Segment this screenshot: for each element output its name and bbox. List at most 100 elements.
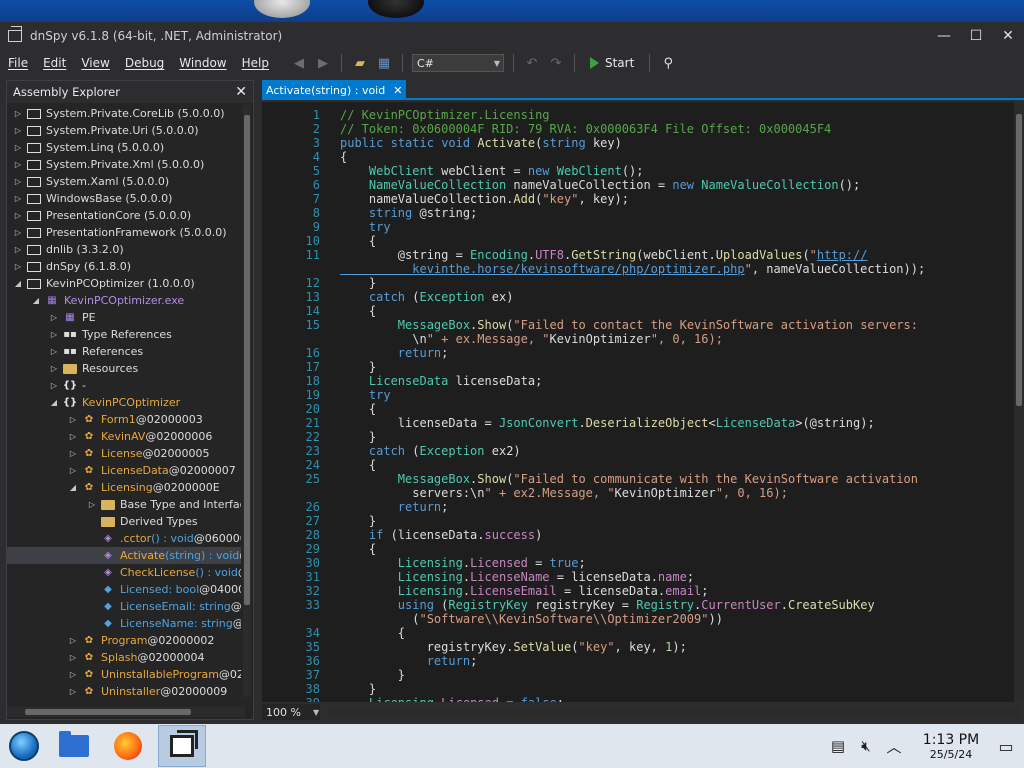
tree-item[interactable]: Derived Types: [7, 513, 241, 530]
tree-expander-icon[interactable]: ◢: [13, 279, 23, 288]
close-button[interactable]: ✕: [992, 28, 1024, 44]
tree-item[interactable]: ▷ System.Private.Xml (5.0.0.0): [7, 156, 241, 173]
taskbar-dnspy[interactable]: [158, 725, 206, 767]
menu-view[interactable]: View: [73, 56, 116, 70]
tree-expander-icon[interactable]: ▷: [68, 653, 78, 662]
tree-item[interactable]: ▷ PresentationCore (5.0.0.0): [7, 207, 241, 224]
tree-item[interactable]: ◈ Activate(string) : void @: [7, 547, 241, 564]
tree-item[interactable]: ▷ ✿ Program @02000002: [7, 632, 241, 649]
decompiled-code[interactable]: 1 // KevinPCOptimizer.Licensing 2 // Token:…: [262, 102, 1024, 702]
minimize-button[interactable]: —: [928, 28, 960, 44]
taskbar-explorer[interactable]: [50, 725, 98, 767]
tree-expander-icon[interactable]: ▷: [68, 670, 78, 679]
tree-expander-icon[interactable]: ◢: [49, 398, 59, 407]
tree-item[interactable]: ◢ ▦ KevinPCOptimizer.exe: [7, 292, 241, 309]
start-debug-button[interactable]: Start: [584, 56, 640, 70]
tree-expander-icon[interactable]: ▷: [13, 177, 23, 186]
tree-item[interactable]: ▷ ✿ License @02000005: [7, 445, 241, 462]
tree-expander-icon[interactable]: ▷: [68, 687, 78, 696]
tree-expander-icon[interactable]: ▷: [68, 466, 78, 475]
tree-item[interactable]: ▷ ✿ Uninstaller @02000009: [7, 683, 241, 697]
tree-item[interactable]: ▷ ▦ PE: [7, 309, 241, 326]
tree-horizontal-scrollbar[interactable]: [7, 707, 245, 717]
tree-expander-icon[interactable]: ▷: [49, 313, 59, 322]
editor-vertical-scrollbar[interactable]: [1014, 102, 1024, 702]
tree-expander-icon[interactable]: ▷: [87, 500, 97, 509]
tree-item[interactable]: ◢{} KevinPCOptimizer: [7, 394, 241, 411]
tree-expander-icon[interactable]: ▷: [68, 432, 78, 441]
tree-item[interactable]: ▷ Resources: [7, 360, 241, 377]
tree-item[interactable]: ◢ KevinPCOptimizer (1.0.0.0): [7, 275, 241, 292]
volume-muted-icon[interactable]: 🔇︎: [852, 737, 880, 755]
maximize-button[interactable]: ☐: [960, 28, 992, 44]
tab-activate-method[interactable]: Activate(string) : void ✕: [262, 80, 407, 100]
scrollbar-thumb[interactable]: [244, 115, 250, 605]
tree-item[interactable]: ▷ System.Linq (5.0.0.0): [7, 139, 241, 156]
tree-item[interactable]: ▷ ✿ KevinAV @02000006: [7, 428, 241, 445]
tree-expander-icon[interactable]: ▷: [49, 381, 59, 390]
tree-expander-icon[interactable]: ▷: [13, 126, 23, 135]
tree-expander-icon[interactable]: ◢: [68, 483, 78, 492]
tree-expander-icon[interactable]: ▷: [68, 636, 78, 645]
scrollbar-thumb[interactable]: [1016, 114, 1022, 406]
tree-expander-icon[interactable]: ▷: [13, 211, 23, 220]
tree-expander-icon[interactable]: ▷: [49, 347, 59, 356]
tree-item[interactable]: ◆ Licensed : bool @04000: [7, 581, 241, 598]
tree-expander-icon[interactable]: ▷: [13, 160, 23, 169]
tree-vertical-scrollbar[interactable]: [243, 105, 251, 697]
tree-expander-icon[interactable]: ▷: [13, 109, 23, 118]
tree-expander-icon[interactable]: ▷: [13, 194, 23, 203]
tree-expander-icon[interactable]: ▷: [13, 228, 23, 237]
tree-item[interactable]: ◢ ✿ Licensing @0200000E: [7, 479, 241, 496]
tree-expander-icon[interactable]: ▷: [49, 364, 59, 373]
tree-item[interactable]: ◆ LicenseName : string @0: [7, 615, 241, 632]
tree-item[interactable]: ◈ .cctor() : void @0600000: [7, 530, 241, 547]
menu-window[interactable]: Window: [171, 56, 233, 70]
open-file-icon[interactable]: ▰: [351, 54, 369, 72]
tree-item[interactable]: ▷ dnlib (3.3.2.0): [7, 241, 241, 258]
show-desktop-icon[interactable]: ▭: [994, 737, 1018, 756]
search-icon[interactable]: ⚲: [659, 54, 677, 72]
tree-item[interactable]: ▷ PresentationFramework (5.0.0.0): [7, 224, 241, 241]
navigate-back-icon[interactable]: ◀: [290, 54, 308, 72]
zoom-select[interactable]: 100 % ▼: [262, 704, 320, 720]
taskbar-firefox[interactable]: [104, 725, 152, 767]
tree-expander-icon[interactable]: ◢: [31, 296, 41, 305]
tree-item[interactable]: ▷ ✿ UninstallableProgram @0200: [7, 666, 241, 683]
editor-horizontal-scrollbar[interactable]: [326, 707, 1020, 717]
tree-item[interactable]: ◆ LicenseEmail : string @0: [7, 598, 241, 615]
tree-item[interactable]: ▷ ✿ Form1 @02000003: [7, 411, 241, 428]
language-select[interactable]: C# ▼: [411, 54, 504, 72]
tree-expander-icon[interactable]: ▷: [68, 415, 78, 424]
tree-item[interactable]: ▷ dnSpy (6.1.8.0): [7, 258, 241, 275]
tree-expander-icon[interactable]: ▷: [49, 330, 59, 339]
tree-item[interactable]: ▷ WindowsBase (5.0.0.0): [7, 190, 241, 207]
clock[interactable]: 1:13 PM 25/5/24: [916, 732, 986, 761]
tree-item[interactable]: ▷ System.Private.CoreLib (5.0.0.0): [7, 105, 241, 122]
menu-edit[interactable]: Edit: [35, 56, 73, 70]
tree-item[interactable]: ▷ ▪▪ References: [7, 343, 241, 360]
tree-item[interactable]: ▷ System.Private.Uri (5.0.0.0): [7, 122, 241, 139]
tree-item[interactable]: ▷ ✿ LicenseData @02000007: [7, 462, 241, 479]
chevron-up-icon[interactable]: ︿: [880, 736, 908, 757]
save-all-icon[interactable]: ▦: [375, 54, 393, 72]
tree-expander-icon[interactable]: ▷: [68, 449, 78, 458]
undo-icon[interactable]: ↶: [523, 54, 541, 72]
start-button[interactable]: [4, 726, 44, 766]
tree-expander-icon[interactable]: ▷: [13, 245, 23, 254]
tree-item[interactable]: ▷ System.Xaml (5.0.0.0): [7, 173, 241, 190]
close-icon[interactable]: ✕: [235, 84, 247, 100]
menu-debug[interactable]: Debug: [117, 56, 171, 70]
menu-file[interactable]: File: [0, 56, 35, 70]
navigate-forward-icon[interactable]: ▶: [314, 54, 332, 72]
tree-item[interactable]: ▷ ✿ Splash @02000004: [7, 649, 241, 666]
scrollbar-thumb[interactable]: [25, 709, 191, 715]
tree-expander-icon[interactable]: ▷: [13, 262, 23, 271]
menu-help[interactable]: Help: [234, 56, 276, 70]
tree-item[interactable]: ◈ CheckLicense() : void @0: [7, 564, 241, 581]
tree-item[interactable]: ▷ ▪▪ Type References: [7, 326, 241, 343]
tree-item[interactable]: ▷ Base Type and Interface: [7, 496, 241, 513]
close-icon[interactable]: ✕: [393, 84, 402, 97]
action-center-icon[interactable]: ▤: [824, 737, 852, 755]
tree-item[interactable]: ▷{} -: [7, 377, 241, 394]
